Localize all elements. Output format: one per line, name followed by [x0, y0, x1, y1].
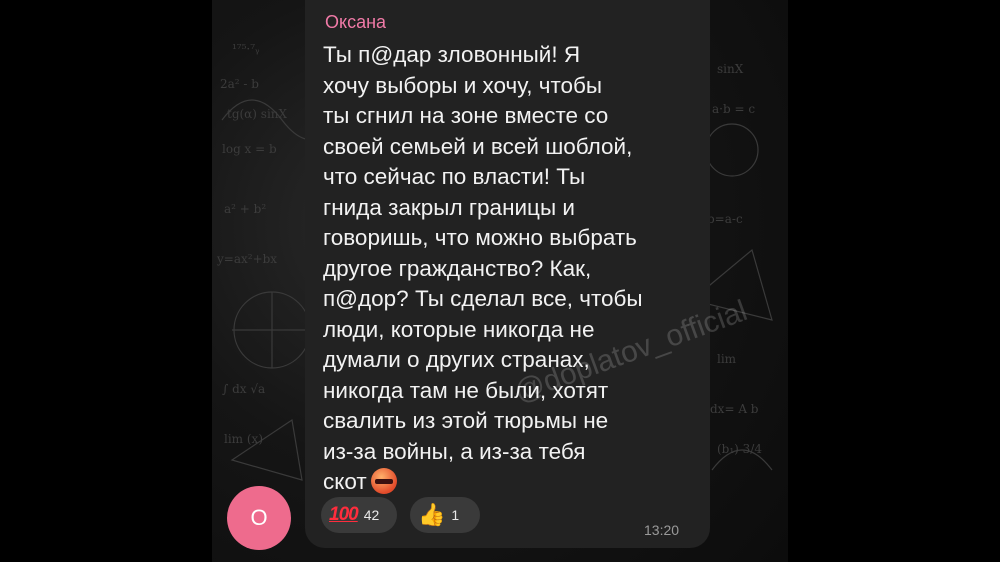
message-body: Ты п@дар зловонный! Я хочу выборы и хочу…: [323, 42, 643, 494]
reaction-hundred[interactable]: 100 42: [321, 497, 397, 533]
thumbs-up-icon: 👍: [418, 502, 446, 527]
message-timestamp: 13:20: [644, 522, 680, 538]
reaction-count: 42: [363, 507, 380, 523]
reaction-thumbs-up[interactable]: 👍 1: [410, 497, 480, 533]
avatar[interactable]: О: [227, 486, 291, 550]
message-text: Ты п@дар зловонный! Я хочу выборы и хочу…: [323, 40, 708, 498]
angry-face-icon: [370, 468, 397, 494]
sender-name[interactable]: Оксана: [325, 12, 386, 33]
hundred-points-icon: 100: [329, 504, 359, 525]
avatar-letter: О: [250, 505, 268, 530]
reaction-count: 1: [451, 507, 460, 523]
